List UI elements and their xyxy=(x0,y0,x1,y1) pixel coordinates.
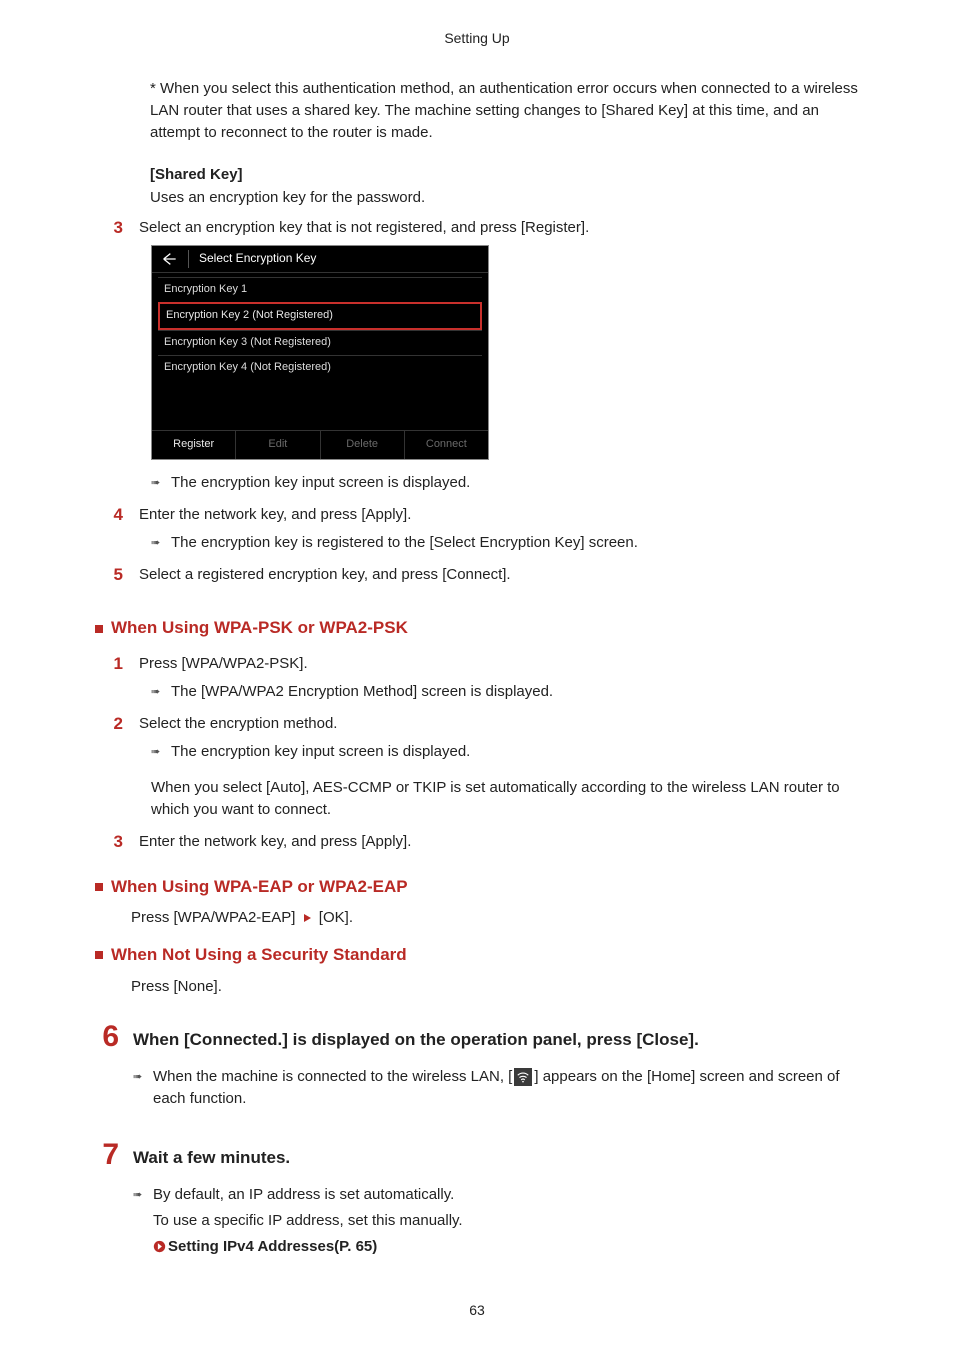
wpa-eap-text: Press [WPA/WPA2-EAP] [OK]. xyxy=(131,907,859,929)
wpa-step-1-text: Press [WPA/WPA2-PSK]. xyxy=(139,653,859,675)
delete-button[interactable]: Delete xyxy=(321,431,405,459)
bullet-square-icon xyxy=(95,625,103,633)
page-header-title: Setting Up xyxy=(95,28,859,48)
major-step-7-text: Wait a few minutes. xyxy=(133,1140,859,1171)
wifi-icon xyxy=(514,1068,532,1086)
major-step-7-note: To use a specific IP address, set this m… xyxy=(153,1210,859,1232)
result-arrow-icon: ➠ xyxy=(151,532,165,554)
wpa-step-2-text: Select the encryption method. xyxy=(139,713,859,735)
major-step-7-result: By default, an IP address is set automat… xyxy=(153,1184,859,1206)
back-icon[interactable] xyxy=(160,252,178,266)
register-button[interactable]: Register xyxy=(152,431,236,459)
list-item[interactable]: Encryption Key 1 xyxy=(158,277,482,302)
connect-button[interactable]: Connect xyxy=(405,431,488,459)
major-step-6-num: 6 xyxy=(95,1022,119,1053)
result-arrow-icon: ➠ xyxy=(133,1184,147,1206)
link-bullet-icon xyxy=(153,1240,166,1253)
no-security-heading: When Not Using a Security Standard xyxy=(111,943,407,968)
result-arrow-icon: ➠ xyxy=(151,681,165,703)
major-step-7-num: 7 xyxy=(95,1140,119,1171)
shared-key-label: [Shared Key] xyxy=(150,164,859,186)
shared-key-text: Uses an encryption key for the password. xyxy=(150,187,859,209)
list-item[interactable]: Encryption Key 4 (Not Registered) xyxy=(158,355,482,380)
screenshot-title: Select Encryption Key xyxy=(199,250,316,267)
edit-button[interactable]: Edit xyxy=(236,431,320,459)
wpa-step-1-num: 1 xyxy=(95,653,123,675)
wpa-step-1-result: The [WPA/WPA2 Encryption Method] screen … xyxy=(171,681,859,703)
triangle-right-icon xyxy=(304,914,311,922)
list-item[interactable]: Encryption Key 2 (Not Registered) xyxy=(158,302,482,330)
step-3-result: The encryption key input screen is displ… xyxy=(171,472,859,494)
page-number: 63 xyxy=(0,1300,954,1320)
step-5-text: Select a registered encryption key, and … xyxy=(139,564,859,586)
list-item[interactable]: Encryption Key 3 (Not Registered) xyxy=(158,330,482,355)
step-4-result: The encryption key is registered to the … xyxy=(171,532,859,554)
wpa-step-2-num: 2 xyxy=(95,713,123,735)
wpa-step-2-note: When you select [Auto], AES-CCMP or TKIP… xyxy=(151,777,859,821)
step-4-text: Enter the network key, and press [Apply]… xyxy=(139,504,859,526)
step-3-text: Select an encryption key that is not reg… xyxy=(139,217,859,239)
bullet-square-icon xyxy=(95,951,103,959)
result-arrow-icon: ➠ xyxy=(151,472,165,494)
select-encryption-key-screenshot: Select Encryption Key Encryption Key 1 E… xyxy=(151,245,487,460)
title-separator xyxy=(188,250,189,268)
major-step-6-text: When [Connected.] is displayed on the op… xyxy=(133,1022,859,1053)
step-3-num: 3 xyxy=(95,217,123,239)
wpa-step-3-text: Enter the network key, and press [Apply]… xyxy=(139,831,859,853)
intro-note: * When you select this authentication me… xyxy=(150,78,859,143)
step-5-num: 5 xyxy=(95,564,123,586)
wpa-step-2-result: The encryption key input screen is displ… xyxy=(171,741,859,763)
step-4-num: 4 xyxy=(95,504,123,526)
result-arrow-icon: ➠ xyxy=(151,741,165,763)
wpa-psk-heading: When Using WPA-PSK or WPA2-PSK xyxy=(111,616,408,641)
ipv4-link[interactable]: Setting IPv4 Addresses(P. 65) xyxy=(153,1236,377,1258)
wpa-eap-heading: When Using WPA-EAP or WPA2-EAP xyxy=(111,875,408,900)
major-step-6-result: When the machine is connected to the wir… xyxy=(153,1066,859,1110)
no-security-text: Press [None]. xyxy=(131,976,859,998)
wpa-step-3-num: 3 xyxy=(95,831,123,853)
result-arrow-icon: ➠ xyxy=(133,1066,147,1088)
bullet-square-icon xyxy=(95,883,103,891)
